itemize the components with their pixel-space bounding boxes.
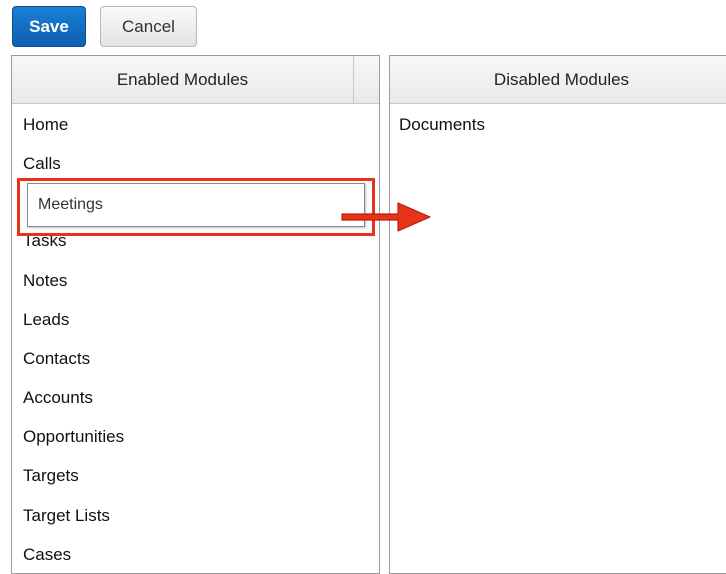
save-button[interactable]: Save [12,6,86,47]
module-item-home[interactable]: Home [23,115,68,135]
module-item-contacts[interactable]: Contacts [23,349,90,369]
enabled-modules-header: Enabled Modules [12,56,354,104]
enabled-modules-header-end [354,56,379,104]
module-item-calls[interactable]: Calls [23,154,61,174]
disabled-modules-panel: Disabled Modules Documents [389,55,726,574]
right-arrow-icon [341,202,431,232]
module-visibility-editor: Save Cancel Enabled Modules Home Calls T… [0,0,726,574]
module-item-accounts[interactable]: Accounts [23,388,93,408]
module-item-cases[interactable]: Cases [23,545,71,565]
disabled-modules-header: Disabled Modules [390,56,726,104]
module-item-target-lists[interactable]: Target Lists [23,506,110,526]
drag-highlight-box [17,178,375,236]
enabled-modules-panel: Enabled Modules Home Calls Tasks Notes L… [11,55,380,574]
module-item-notes[interactable]: Notes [23,271,67,291]
module-item-documents[interactable]: Documents [399,115,485,135]
module-item-targets[interactable]: Targets [23,466,79,486]
module-item-opportunities[interactable]: Opportunities [23,427,124,447]
module-item-leads[interactable]: Leads [23,310,69,330]
cancel-button[interactable]: Cancel [100,6,197,47]
